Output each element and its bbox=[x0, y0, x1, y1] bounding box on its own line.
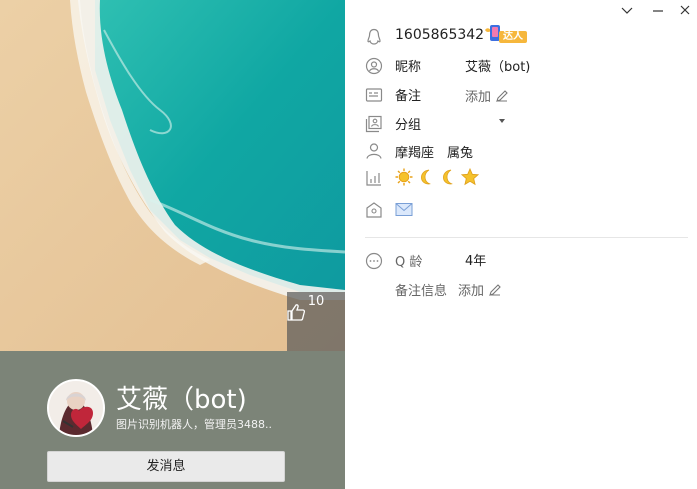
more-circle-icon bbox=[365, 252, 383, 270]
profile-card: 10 艾薇（bot) 图片识别机器人，管理员3488.. 发消息 bbox=[0, 0, 345, 489]
star-icon[interactable] bbox=[461, 168, 479, 186]
zodiac-sign: 摩羯座 bbox=[395, 146, 435, 161]
nickname-value: 艾薇（bot) bbox=[465, 60, 531, 75]
talent-badge-label: 达人 bbox=[503, 31, 523, 42]
talent-badge[interactable]: 达人 bbox=[483, 24, 529, 44]
divider bbox=[365, 237, 688, 238]
remark-info-label: 备注信息 bbox=[395, 284, 448, 299]
thumb-up-icon bbox=[287, 304, 305, 321]
group-dropdown[interactable] bbox=[499, 119, 505, 123]
info-panel: 1605865342 达人 昵称 艾薇（bot) 备注 添加 分组 摩羯座 属兔… bbox=[345, 0, 697, 489]
sun-icon[interactable] bbox=[395, 168, 413, 186]
mail-icon[interactable] bbox=[395, 202, 413, 217]
group-label: 分组 bbox=[395, 118, 422, 133]
remark-label: 备注 bbox=[395, 89, 422, 104]
nickname-label: 昵称 bbox=[395, 60, 422, 75]
remark-info-add-text: 添加 bbox=[458, 284, 485, 299]
qage-value: 4年 bbox=[465, 254, 487, 269]
moon-icon[interactable] bbox=[417, 168, 435, 186]
avatar[interactable] bbox=[47, 379, 105, 437]
remark-add-link[interactable]: 添加 bbox=[465, 86, 509, 105]
like-button[interactable]: 10 bbox=[287, 292, 345, 351]
display-name: 艾薇（bot) bbox=[116, 385, 247, 415]
group-icon bbox=[365, 115, 382, 133]
person-icon bbox=[366, 143, 382, 159]
home-star-icon bbox=[366, 202, 382, 218]
send-message-button[interactable]: 发消息 bbox=[47, 451, 285, 482]
pencil-icon bbox=[496, 90, 508, 102]
chinese-zodiac: 属兔 bbox=[447, 146, 474, 161]
remark-info-add-link[interactable]: 添加 bbox=[458, 280, 502, 299]
user-circle-icon bbox=[365, 57, 383, 75]
pencil-icon bbox=[489, 284, 501, 296]
id-card-icon bbox=[365, 88, 383, 102]
profile-footer: 艾薇（bot) 图片识别机器人，管理员3488.. 发消息 bbox=[0, 351, 345, 489]
qq-number: 1605865342 bbox=[395, 27, 485, 43]
cover-image: 10 bbox=[0, 0, 345, 351]
moon-icon[interactable] bbox=[439, 168, 457, 186]
level-chart-icon bbox=[366, 171, 381, 186]
signature-text: 图片识别机器人，管理员3488.. bbox=[116, 418, 272, 431]
remark-add-text: 添加 bbox=[465, 90, 492, 105]
penguin-icon bbox=[367, 28, 381, 45]
qage-label: Q 龄 bbox=[395, 255, 423, 270]
